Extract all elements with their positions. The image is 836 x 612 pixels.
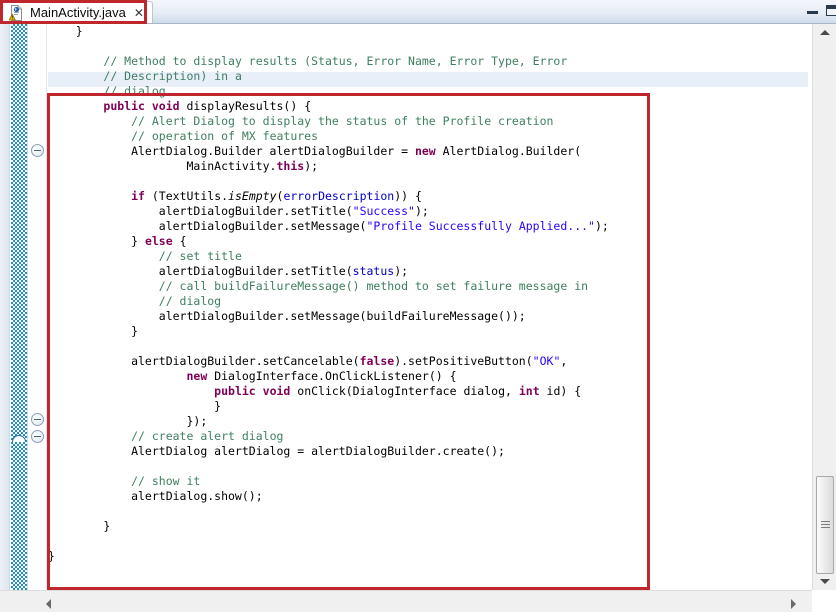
editor-left-margin [0,24,10,590]
close-icon[interactable]: ✕ [134,7,144,19]
code-text-area[interactable]: } // Method to display results (Status, … [48,24,808,590]
maximize-button[interactable] [826,5,836,16]
source-code[interactable]: } // Method to display results (Status, … [48,24,609,564]
vertical-scroll-thumb[interactable] [816,476,834,574]
fold-collapse-icon[interactable] [31,430,44,443]
scroll-up-button[interactable] [813,24,836,41]
scroll-grip-icon [821,521,830,528]
overview-arc-marker-icon [12,435,26,442]
editor-tab-bar: MainActivity.java ✕ [0,0,836,24]
scroll-right-button[interactable] [785,591,802,612]
scroll-down-button[interactable] [813,573,836,590]
horizontal-scrollbar[interactable] [0,590,812,612]
editor-tab-label: MainActivity.java [30,5,126,20]
fold-collapse-icon[interactable] [31,413,44,426]
minimize-button[interactable] [806,5,819,16]
eclipse-editor-window: MainActivity.java ✕ } // Method to displ… [0,0,836,612]
folding-gutter[interactable] [29,24,47,590]
fold-collapse-icon[interactable] [31,144,44,157]
editor-area: } // Method to display results (Status, … [0,24,836,612]
editor-tab-mainactivity[interactable]: MainActivity.java ✕ [2,1,153,23]
scroll-left-button[interactable] [40,591,57,612]
java-file-warning-icon [9,5,24,21]
vertical-scrollbar[interactable] [812,24,836,590]
annotation-ruler[interactable] [11,24,28,590]
